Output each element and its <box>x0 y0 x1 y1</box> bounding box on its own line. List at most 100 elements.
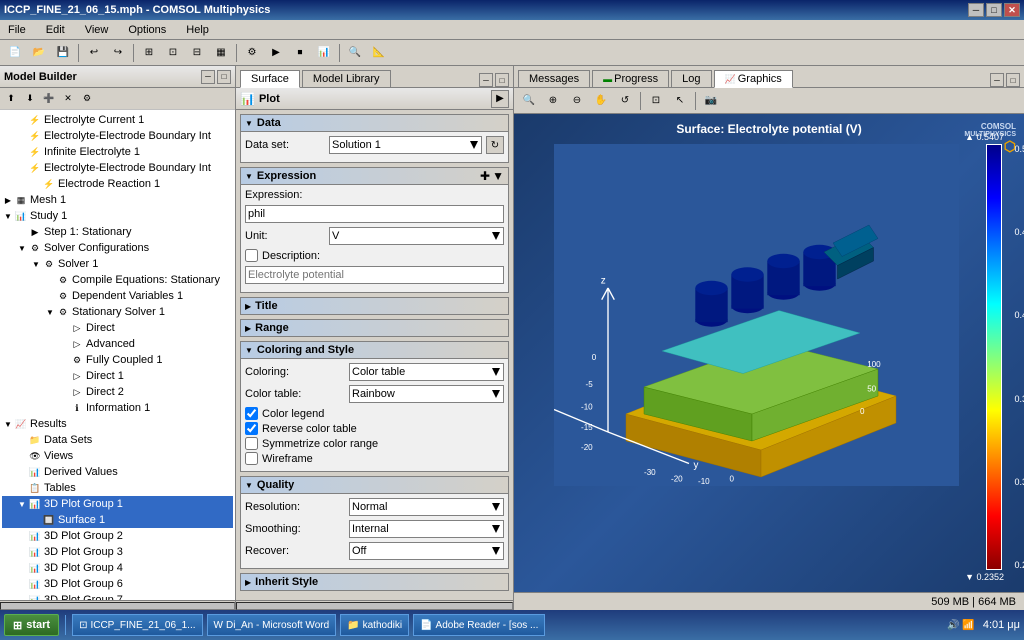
reverse-color-check[interactable] <box>245 422 258 435</box>
tree-item[interactable]: ⚡Electrode Reaction 1 <box>2 176 233 192</box>
toolbar-btn-7[interactable]: ⏹ <box>289 42 311 64</box>
desc-checkbox[interactable] <box>245 249 258 262</box>
section-expression-header[interactable]: ▼ Expression ✚ ▼ <box>240 167 509 185</box>
menu-options[interactable]: Options <box>124 22 170 38</box>
resolution-select[interactable]: Normal <box>349 498 504 516</box>
tree-item[interactable]: ▼📈Results <box>2 416 233 432</box>
toolbar-open[interactable]: 📂 <box>28 42 50 64</box>
middle-maximize[interactable]: □ <box>495 73 509 87</box>
menu-help[interactable]: Help <box>182 22 213 38</box>
panel-maximize[interactable]: □ <box>217 70 231 84</box>
desc-input[interactable] <box>245 266 504 284</box>
tree-btn-1[interactable]: ⬆ <box>2 90 20 108</box>
tree-item[interactable]: 📊3D Plot Group 4 <box>2 560 233 576</box>
tree-item[interactable]: ▼⚙Solver Configurations <box>2 240 233 256</box>
color-legend-check[interactable] <box>245 407 258 420</box>
graphics-btn-reset[interactable]: ⊡ <box>645 90 667 112</box>
tab-model-library[interactable]: Model Library <box>302 70 391 87</box>
section-title-header[interactable]: ▶ Title <box>240 297 509 315</box>
maximize-button[interactable]: □ <box>986 3 1002 17</box>
graphics-btn-pan[interactable]: ✋ <box>590 90 612 112</box>
smoothing-select[interactable]: Internal <box>349 520 504 538</box>
tree-item[interactable]: 📁Data Sets <box>2 432 233 448</box>
taskbar-item-3[interactable]: 📄 Adobe Reader - [sos ... <box>413 614 545 636</box>
tree-item[interactable]: ⚙Compile Equations: Stationary <box>2 272 233 288</box>
tab-messages[interactable]: Messages <box>518 70 590 87</box>
unit-select[interactable]: V <box>329 227 504 245</box>
graphics-btn-select[interactable]: ↖ <box>669 90 691 112</box>
color-table-select[interactable]: Rainbow <box>349 385 504 403</box>
graphics-area[interactable]: Surface: Electrolyte potential (V) COMSO… <box>514 114 1024 610</box>
tree-item[interactable]: ▷Direct <box>2 320 233 336</box>
taskbar-item-0[interactable]: ⊡ ICCP_FINE_21_06_1... <box>72 614 202 636</box>
tree-item[interactable]: 📋Tables <box>2 480 233 496</box>
graphics-btn-rotate[interactable]: ↺ <box>614 90 636 112</box>
expr-menu-icon[interactable]: ▼ <box>492 169 504 183</box>
recover-select[interactable]: Off <box>349 542 504 560</box>
tree-btn-2[interactable]: ⬇ <box>21 90 39 108</box>
close-button[interactable]: ✕ <box>1004 3 1020 17</box>
tree-scrollbar-track[interactable] <box>0 602 235 610</box>
tree-item[interactable]: 📊Derived Values <box>2 464 233 480</box>
tree-btn-3[interactable]: ➕ <box>40 90 58 108</box>
tree-item[interactable]: ▶Step 1: Stationary <box>2 224 233 240</box>
toolbar-btn-9[interactable]: 🔍 <box>344 42 366 64</box>
dataset-select[interactable]: Solution 1 <box>329 136 482 154</box>
middle-scrollbar[interactable] <box>236 600 513 610</box>
tree-item[interactable]: ⚙Dependent Variables 1 <box>2 288 233 304</box>
toolbar-btn-6[interactable]: ▶ <box>265 42 287 64</box>
symmetrize-check[interactable] <box>245 437 258 450</box>
section-range-header[interactable]: ▶ Range <box>240 319 509 337</box>
toolbar-btn-2[interactable]: ⊡ <box>162 42 184 64</box>
menu-edit[interactable]: Edit <box>42 22 69 38</box>
tree-item[interactable]: 👁Views <box>2 448 233 464</box>
tree-item[interactable]: ▶▦Mesh 1 <box>2 192 233 208</box>
tab-graphics[interactable]: 📈 Graphics <box>714 70 793 88</box>
graphics-btn-zoom-in[interactable]: ⊕ <box>542 90 564 112</box>
graphics-btn-export[interactable]: 📷 <box>700 90 722 112</box>
tree-item[interactable]: ▼📊Study 1 <box>2 208 233 224</box>
tree-item[interactable]: ▷Direct 1 <box>2 368 233 384</box>
tree-btn-5[interactable]: ⚙ <box>78 90 96 108</box>
tree-item[interactable]: ℹInformation 1 <box>2 400 233 416</box>
taskbar-item-2[interactable]: 📁 kathodiki <box>340 614 409 636</box>
right-maximize[interactable]: □ <box>1006 73 1020 87</box>
tree-item[interactable]: ⚡Electrolyte Current 1 <box>2 112 233 128</box>
toolbar-btn-1[interactable]: ⊞ <box>138 42 160 64</box>
menu-file[interactable]: File <box>4 22 30 38</box>
tree-item[interactable]: ▷Advanced <box>2 336 233 352</box>
plot-button[interactable]: ▶ <box>491 90 509 108</box>
tree-item[interactable]: 📊3D Plot Group 7 <box>2 592 233 600</box>
section-data-header[interactable]: ▼ Data <box>240 114 509 132</box>
toolbar-btn-10[interactable]: 📐 <box>368 42 390 64</box>
toolbar-btn-3[interactable]: ⊟ <box>186 42 208 64</box>
tree-item[interactable]: 📊3D Plot Group 3 <box>2 544 233 560</box>
middle-minimize[interactable]: ─ <box>479 73 493 87</box>
start-button[interactable]: ⊞ start <box>4 614 59 636</box>
toolbar-redo[interactable]: ↪ <box>107 42 129 64</box>
tab-progress[interactable]: ▬ Progress <box>592 70 669 87</box>
toolbar-btn-5[interactable]: ⚙ <box>241 42 263 64</box>
tree-item[interactable]: ⚡Electrolyte-Electrode Boundary Int <box>2 160 233 176</box>
right-minimize[interactable]: ─ <box>990 73 1004 87</box>
graphics-btn-zoom[interactable]: 🔍 <box>518 90 540 112</box>
section-quality-header[interactable]: ▼ Quality <box>240 476 509 494</box>
tree-item[interactable]: ▼⚙Stationary Solver 1 <box>2 304 233 320</box>
section-inherit-header[interactable]: ▶ Inherit Style <box>240 573 509 591</box>
section-coloring-header[interactable]: ▼ Coloring and Style <box>240 341 509 359</box>
tab-surface[interactable]: Surface <box>240 70 300 88</box>
expr-add-icon[interactable]: ✚ <box>480 169 490 183</box>
tree-item[interactable]: 📊3D Plot Group 6 <box>2 576 233 592</box>
toolbar-btn-8[interactable]: 📊 <box>313 42 335 64</box>
taskbar-item-1[interactable]: W Di_An - Microsoft Word <box>207 614 337 636</box>
tree-btn-4[interactable]: ✕ <box>59 90 77 108</box>
expr-input[interactable] <box>245 205 504 223</box>
toolbar-btn-4[interactable]: ▦ <box>210 42 232 64</box>
tree-item[interactable]: ▼📊3D Plot Group 1 <box>2 496 233 512</box>
menu-view[interactable]: View <box>81 22 113 38</box>
dataset-refresh[interactable]: ↻ <box>486 136 504 154</box>
toolbar-save[interactable]: 💾 <box>52 42 74 64</box>
middle-scrollbar-track[interactable] <box>236 602 513 610</box>
tree-item[interactable]: ⚡Infinite Electrolyte 1 <box>2 144 233 160</box>
tree-item[interactable]: ⚙Fully Coupled 1 <box>2 352 233 368</box>
